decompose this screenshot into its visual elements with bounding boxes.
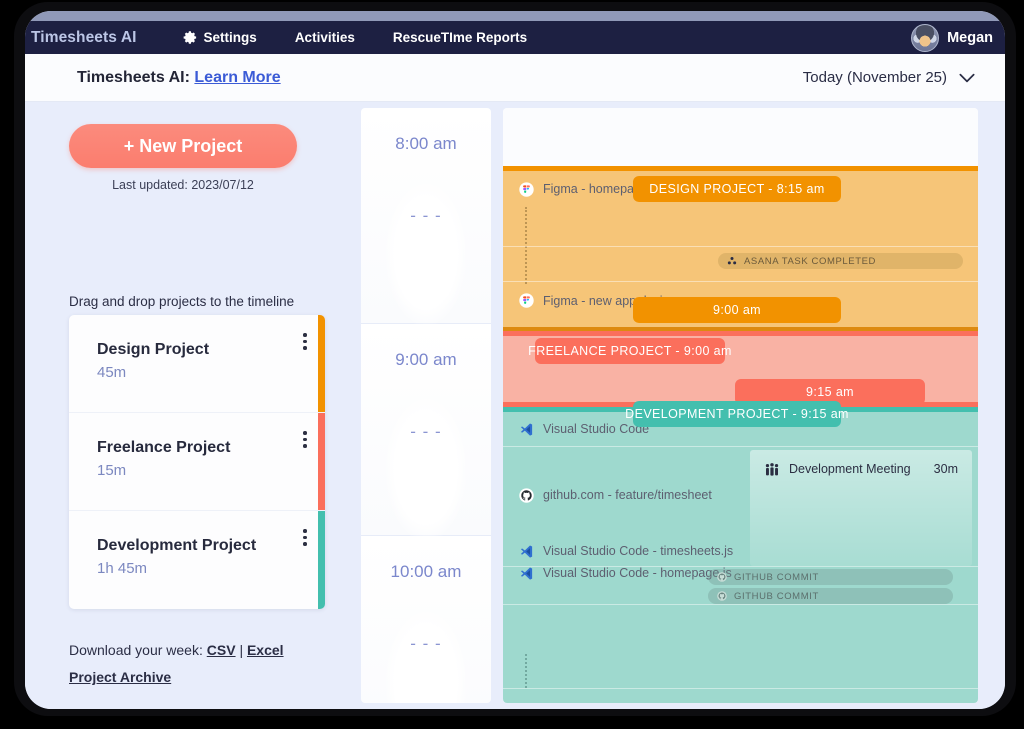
figma-icon: [519, 293, 534, 308]
github-icon: [717, 591, 727, 601]
timeline-tag-github-commit[interactable]: GITHUB COMMIT: [708, 569, 953, 585]
project-archive-link[interactable]: Project Archive: [69, 669, 171, 685]
timeline-pill-development-project[interactable]: DEVELOPMENT PROJECT - 9:15 am: [633, 401, 841, 427]
github-icon: [717, 572, 727, 582]
project-color-bar: [318, 315, 325, 412]
download-excel-link[interactable]: Excel: [247, 642, 284, 658]
timeline-divider-9am[interactable]: 9:00 am: [503, 309, 978, 331]
meeting-title: Development Meeting: [789, 462, 911, 476]
vscode-icon: [519, 422, 534, 437]
time-slot-label: 8:00 am: [361, 108, 491, 154]
download-row: Download your week: CSV | Excel: [69, 637, 284, 664]
user-name-label: Megan: [947, 30, 993, 46]
time-slot[interactable]: 9:00 am - - -: [361, 324, 491, 536]
nav-item-settings[interactable]: Settings: [183, 30, 257, 45]
timeline-tag-label: ASANA TASK COMPLETED: [744, 256, 876, 267]
list-item[interactable]: Development Project 1h 45m: [69, 511, 325, 609]
drag-guide-line: [525, 654, 527, 688]
timeline-panel: Figma - homepage DESIGN PROJECT - 8:15 a…: [503, 108, 978, 703]
download-csv-link[interactable]: CSV: [207, 642, 236, 658]
app-screen: Timesheets AI Settings Activities Rescue…: [25, 11, 1005, 709]
download-label: Download your week:: [69, 642, 203, 658]
project-list: Design Project 45m Freelance Project 15m…: [69, 315, 325, 609]
kebab-menu-icon[interactable]: [303, 431, 307, 448]
time-column: 8:00 am - - - 9:00 am - - - 10:00 am - -…: [361, 108, 491, 703]
timeline-pill-freelance-project[interactable]: FREELANCE PROJECT - 9:00 am: [535, 338, 725, 364]
project-duration: 1h 45m: [97, 560, 325, 577]
download-links: Download your week: CSV | Excel Project …: [69, 637, 284, 691]
timeline-block-design-project[interactable]: Figma - homepage DESIGN PROJECT - 8:15 a…: [503, 166, 978, 309]
github-icon: [519, 488, 534, 503]
meeting-people-icon: [764, 462, 780, 478]
meeting-card[interactable]: Development Meeting 30m: [750, 450, 972, 566]
timeline-tag-asana[interactable]: ASANA TASK COMPLETED: [718, 253, 963, 269]
page-title: Timesheets AI: Learn More: [77, 69, 281, 87]
avatar[interactable]: [911, 24, 939, 52]
vscode-icon: [519, 566, 534, 581]
timeline-tag-github-commit[interactable]: GITHUB COMMIT: [708, 588, 953, 604]
timeline-tag-label: GITHUB COMMIT: [734, 572, 819, 583]
project-duration: 45m: [97, 364, 325, 381]
screen-top-strip: [25, 11, 1005, 21]
time-slot[interactable]: 10:00 am - - -: [361, 536, 491, 703]
timeline-empty-slot[interactable]: [503, 108, 978, 166]
timeline-block-freelance-project[interactable]: FREELANCE PROJECT - 9:00 am: [503, 331, 978, 383]
timeline-pill-design-project[interactable]: DESIGN PROJECT - 8:15 am: [633, 176, 841, 202]
time-slot-label: 10:00 am: [361, 536, 491, 582]
chevron-down-icon: [959, 73, 975, 83]
gear-icon: [183, 30, 198, 45]
user-menu[interactable]: Megan: [911, 24, 1005, 52]
gear-icon-svg: [183, 30, 198, 45]
drag-and-drop-hint: Drag and drop projects to the timeline: [69, 294, 294, 309]
last-updated-label: Last updated: 2023/07/12: [69, 178, 297, 192]
time-slot-dots: - - -: [361, 206, 491, 226]
asana-icon: [727, 256, 737, 266]
timeline-pill-9am[interactable]: 9:00 am: [633, 297, 841, 323]
time-slot-dots: - - -: [361, 422, 491, 442]
nav-item-rescuetime-reports[interactable]: RescueTIme Reports: [393, 30, 527, 45]
meeting-duration: 30m: [934, 462, 958, 476]
list-item[interactable]: Design Project 45m: [69, 315, 325, 413]
list-item[interactable]: Freelance Project 15m: [69, 413, 325, 511]
app-brand-logo[interactable]: Timesheets AI: [25, 29, 137, 47]
nav-item-activities-label: Activities: [295, 30, 355, 45]
date-selector[interactable]: Today (November 25): [803, 69, 975, 86]
project-color-bar: [318, 511, 325, 609]
project-color-bar: [318, 413, 325, 510]
vscode-icon: [519, 544, 534, 559]
new-project-button[interactable]: + New Project: [69, 124, 297, 168]
device-frame: Timesheets AI Settings Activities Rescue…: [14, 2, 1016, 716]
project-name: Development Project: [97, 537, 325, 555]
project-name: Design Project: [97, 341, 325, 359]
time-slot-dots: - - -: [361, 634, 491, 654]
top-navigation-bar: Timesheets AI Settings Activities Rescue…: [25, 21, 1005, 54]
kebab-menu-icon[interactable]: [303, 529, 307, 546]
activity-label: Visual Studio Code - timesheets.js: [543, 544, 733, 558]
figma-icon: [519, 182, 534, 197]
chevron-down-icon-svg: [959, 73, 975, 83]
timeline-block-development-project[interactable]: Visual Studio Code DEVELOPMENT PROJECT -…: [503, 407, 978, 703]
learn-more-link[interactable]: Learn More: [194, 69, 280, 86]
sidebar-panel: + New Project Last updated: 2023/07/12 D…: [69, 102, 339, 709]
nav-item-rescuetime-reports-label: RescueTIme Reports: [393, 30, 527, 45]
nav-item-settings-label: Settings: [204, 30, 257, 45]
sub-header: Timesheets AI: Learn More Today (Novembe…: [25, 54, 1005, 102]
project-duration: 15m: [97, 462, 325, 479]
page-title-prefix: Timesheets AI:: [77, 69, 190, 86]
date-selector-label: Today (November 25): [803, 69, 947, 86]
timeline-tag-label: GITHUB COMMIT: [734, 591, 819, 602]
time-slot-label: 9:00 am: [361, 324, 491, 370]
nav-item-activities[interactable]: Activities: [295, 30, 355, 45]
download-separator: |: [239, 642, 243, 658]
time-slot[interactable]: 8:00 am - - -: [361, 108, 491, 324]
activity-label: Visual Studio Code - homepage.js: [543, 566, 732, 580]
main-content: + New Project Last updated: 2023/07/12 D…: [25, 102, 1005, 709]
project-name: Freelance Project: [97, 439, 325, 457]
activity-label: github.com - feature/timesheet: [543, 488, 712, 502]
kebab-menu-icon[interactable]: [303, 333, 307, 350]
